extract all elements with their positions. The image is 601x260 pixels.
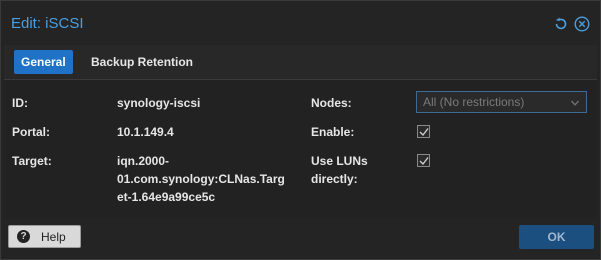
help-button-label: Help — [41, 230, 66, 244]
dialog-title: Edit: iSCSI — [11, 15, 84, 32]
portal-value: 10.1.149.4 — [117, 125, 174, 139]
target-value-line3: et-1.64e9a99ce5c — [117, 190, 216, 204]
nodes-select[interactable]: All (No restrictions) — [416, 91, 587, 113]
tab-bar: General Backup Retention — [4, 45, 597, 80]
check-icon — [419, 128, 429, 137]
target-label: Target: — [12, 154, 52, 168]
title-bar: Edit: iSCSI — [1, 1, 600, 43]
edit-dialog: Edit: iSCSI General Backup Retention ID:… — [0, 0, 601, 260]
ok-button[interactable]: OK — [519, 225, 594, 249]
use-luns-label-line1: Use LUNs — [311, 154, 368, 168]
enable-checkbox[interactable] — [417, 125, 430, 138]
reset-icon[interactable] — [553, 16, 569, 32]
chevron-down-icon[interactable] — [570, 97, 580, 107]
target-value-line1: iqn.2000- — [117, 154, 170, 168]
close-icon[interactable] — [574, 16, 590, 32]
target-value-line2: 01.com.synology:CLNas.Targ — [117, 172, 285, 186]
enable-label: Enable: — [311, 125, 355, 139]
use-luns-label-line2: directly: — [311, 172, 358, 186]
use-luns-checkbox[interactable] — [417, 154, 430, 167]
nodes-select-placeholder: All (No restrictions) — [423, 95, 525, 109]
help-button[interactable]: ? Help — [8, 225, 81, 248]
help-icon: ? — [17, 230, 30, 243]
tab-general[interactable]: General — [14, 50, 73, 74]
portal-label: Portal: — [12, 125, 51, 139]
id-value: synology-iscsi — [117, 96, 201, 110]
tab-backup-retention[interactable]: Backup Retention — [84, 50, 200, 74]
check-icon — [419, 157, 429, 166]
id-label: ID: — [12, 96, 28, 110]
dialog-footer: ? Help OK — [1, 219, 600, 259]
nodes-label: Nodes: — [311, 96, 352, 110]
